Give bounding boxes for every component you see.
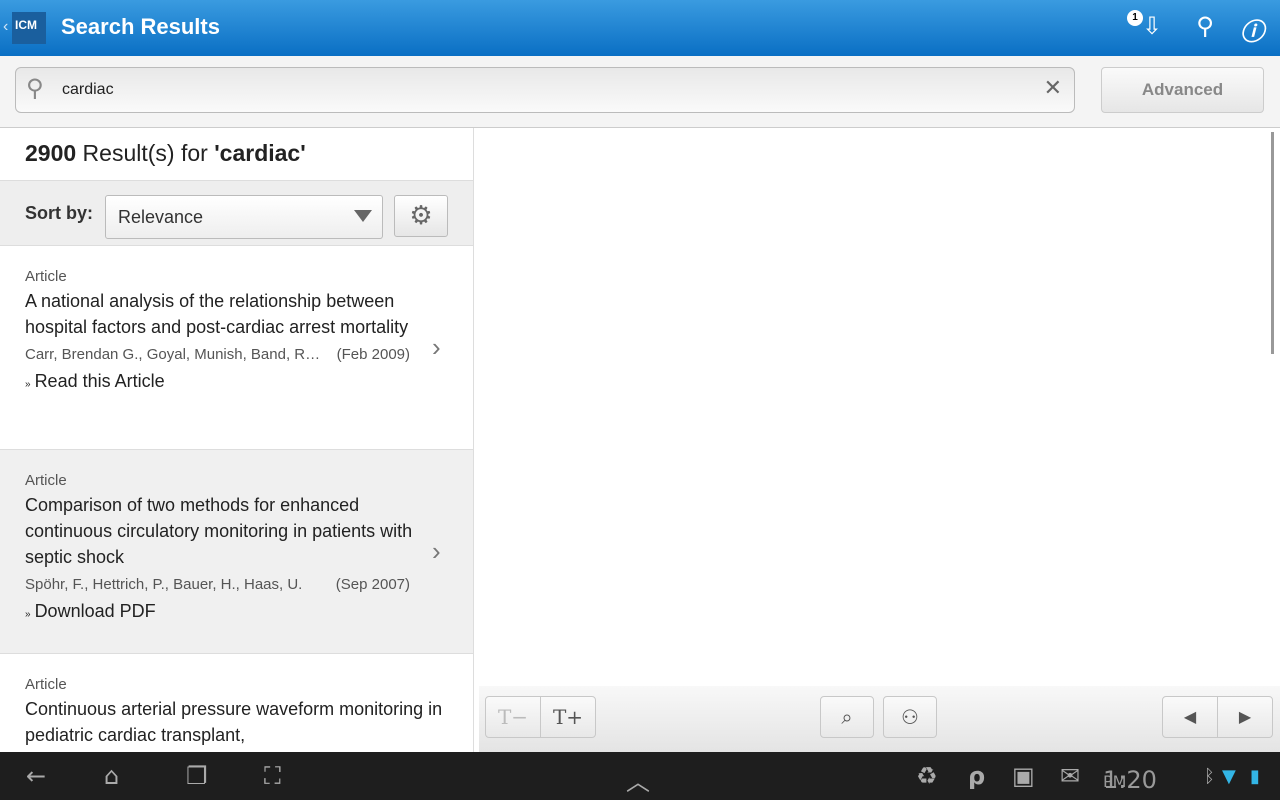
- recent-apps-icon[interactable]: ❐: [186, 762, 208, 790]
- results-list: 2900 Result(s) for 'cardiac' Sort by: Re…: [0, 128, 474, 752]
- system-navigation-bar: ← ⌂ ❐ ⛶ ︿ ♻ ρ ▣ ✉ 1:20 PM ᛒ ▼ ▮: [0, 752, 1280, 800]
- chevron-up-icon[interactable]: ︿: [626, 762, 650, 797]
- item-title: A national analysis of the relationship …: [25, 291, 409, 337]
- back-icon[interactable]: ←: [26, 762, 46, 790]
- settings-gear-button[interactable]: ⚙: [394, 195, 448, 237]
- item-meta: Carr, Brendan G., Goyal, Munish, Band, R…: [25, 346, 410, 363]
- list-item[interactable]: Article A national analysis of the relat…: [0, 246, 473, 450]
- item-title: Continuous arterial pressure waveform mo…: [25, 699, 443, 745]
- clock: 1:20 PM: [1103, 766, 1157, 794]
- recycle-icon[interactable]: ♻: [916, 762, 938, 790]
- results-count: 2900 Result(s) for 'cardiac': [0, 128, 473, 181]
- item-type: Article: [25, 472, 67, 489]
- article-preview-pane: T− T+ ⌕ ⚇ ◀ ▶: [479, 128, 1280, 752]
- bluetooth-icon: ᛒ: [1204, 766, 1215, 787]
- sort-label: Sort by:: [25, 203, 94, 223]
- screenshot-icon[interactable]: ⛶: [264, 762, 281, 790]
- next-icon[interactable]: ▶: [1217, 696, 1273, 738]
- search-icon[interactable]: ⚲: [1189, 12, 1221, 44]
- dropdown-arrow-icon: [354, 210, 372, 222]
- search-icon: ⚲: [26, 74, 44, 102]
- page-title: Search Results: [61, 14, 220, 39]
- battery-icon: ▮: [1250, 766, 1260, 787]
- back-chevron-icon[interactable]: ‹: [3, 18, 8, 36]
- play-store-icon[interactable]: ▣: [1012, 762, 1035, 790]
- share-icon[interactable]: ⚇: [883, 696, 937, 738]
- item-type: Article: [25, 268, 67, 285]
- gmail-icon[interactable]: ✉: [1060, 762, 1080, 790]
- item-type: Article: [25, 676, 67, 693]
- find-in-page-icon[interactable]: ⌕: [820, 696, 874, 738]
- text-larger-button[interactable]: T+: [540, 696, 596, 738]
- p-app-icon[interactable]: ρ: [968, 762, 985, 790]
- info-icon[interactable]: ⓘ: [1236, 12, 1268, 46]
- sort-select[interactable]: Relevance: [105, 195, 383, 239]
- home-icon[interactable]: ⌂: [104, 762, 119, 790]
- previous-icon[interactable]: ◀: [1162, 696, 1218, 738]
- sort-bar: Sort by: Relevance ⚙: [0, 181, 473, 246]
- list-item[interactable]: Article Comparison of two methods for en…: [0, 450, 473, 654]
- item-meta: Spöhr, F., Hettrich, P., Bauer, H., Haas…: [25, 576, 410, 593]
- chevron-right-icon[interactable]: ›: [432, 332, 441, 363]
- scrollbar[interactable]: [1271, 132, 1274, 354]
- search-input[interactable]: ⚲ cardiac ✕: [15, 67, 1075, 113]
- list-item[interactable]: Article Continuous arterial pressure wav…: [0, 654, 473, 748]
- wifi-icon: ▼: [1222, 766, 1236, 787]
- reader-toolbar: T− T+ ⌕ ⚇ ◀ ▶: [479, 686, 1280, 752]
- chevron-right-icon[interactable]: ›: [432, 536, 441, 567]
- search-value: cardiac: [62, 81, 114, 98]
- app-bar: ‹ ICM Search Results ⇩ 1 ⚲ ⓘ: [0, 0, 1280, 56]
- text-smaller-button[interactable]: T−: [485, 696, 541, 738]
- item-title: Comparison of two methods for enhanced c…: [25, 495, 413, 567]
- clear-icon[interactable]: ✕: [1044, 76, 1062, 101]
- search-bar: ⚲ cardiac ✕ Advanced: [0, 56, 1280, 128]
- download-pdf-link[interactable]: » Download PDF: [25, 601, 413, 622]
- app-logo[interactable]: ICM: [12, 12, 46, 44]
- read-article-link[interactable]: » Read this Article: [25, 371, 413, 392]
- advanced-button[interactable]: Advanced: [1101, 67, 1264, 113]
- downloads-badge: 1: [1127, 10, 1143, 26]
